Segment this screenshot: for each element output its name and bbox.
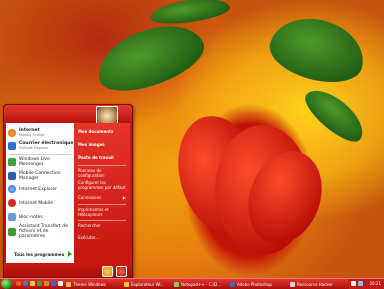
recent-item[interactable]: Mobile Connection Manager xyxy=(8,171,74,181)
wallpaper-leaf xyxy=(88,12,212,103)
shutdown-button[interactable] xyxy=(116,266,127,277)
messenger-icon xyxy=(8,158,16,166)
start-menu-programs-pane: Internet Mozilla Firefox Courrier électro… xyxy=(6,123,74,267)
recent-label: Mobile Connection Manager xyxy=(19,171,61,181)
wallpaper-leaf xyxy=(263,8,372,92)
separator xyxy=(9,154,71,155)
connections-link[interactable]: Connexions ▶ xyxy=(78,195,128,200)
pinned-email[interactable]: Courrier électronique Outlook Express xyxy=(8,141,73,150)
recent-item[interactable]: Bloc-notes xyxy=(8,213,43,221)
control-panel-link[interactable]: Panneau de configuration xyxy=(78,168,128,178)
pinned-sublabel: Outlook Express xyxy=(19,146,49,150)
my-pictures-link[interactable]: Mes images xyxy=(78,142,128,147)
printers-link[interactable]: Imprimantes et télécopieurs xyxy=(78,207,128,217)
pinned-internet[interactable]: Internet Mozilla Firefox xyxy=(8,128,44,137)
firefox-icon[interactable] xyxy=(16,281,21,286)
wallpaper-leaf xyxy=(298,81,372,149)
photoshop-icon xyxy=(230,281,235,287)
taskbar-button[interactable]: Notepad++ - C:\D... xyxy=(174,280,226,288)
my-documents-link[interactable]: Mes documents xyxy=(78,129,128,134)
taskbar-button[interactable]: Theme Windows xyxy=(66,280,118,288)
task-label: Explorateur Wi... xyxy=(131,281,165,287)
taskbar: Theme Windows Explorateur Wi... Notepad+… xyxy=(0,278,384,289)
firefox-icon xyxy=(8,128,16,137)
all-programs-button[interactable]: Tous les programmes xyxy=(14,251,73,257)
recent-label: Windows Live Messenger xyxy=(19,157,50,167)
volume-icon[interactable] xyxy=(351,281,356,286)
media-player-icon[interactable] xyxy=(44,281,49,286)
all-programs-label: Tous les programmes xyxy=(14,251,65,257)
network-icon[interactable] xyxy=(358,281,363,286)
chevron-right-icon[interactable] xyxy=(58,281,63,286)
mail-icon[interactable] xyxy=(51,281,56,286)
recent-item[interactable]: Internet Explorer xyxy=(8,185,57,193)
separator xyxy=(78,220,126,221)
taskbar-button[interactable]: Ressource Hacker xyxy=(290,280,344,288)
start-menu: Internet Mozilla Firefox Courrier électro… xyxy=(3,104,133,278)
logoff-button[interactable] xyxy=(102,266,113,277)
default-programs-link[interactable]: Configurer les programmes par défaut xyxy=(78,180,128,190)
recent-label: Internet Explorer xyxy=(19,186,58,192)
taskbar-button[interactable]: Adobe Photoshop xyxy=(230,280,284,288)
task-label: Adobe Photoshop xyxy=(237,281,272,287)
mobile-icon xyxy=(8,172,16,180)
notepad-plus-icon xyxy=(174,281,179,287)
explorer-icon xyxy=(124,281,129,287)
start-menu-places-pane: Mes documents Mes images Poste de travai… xyxy=(74,123,130,263)
gear-icon xyxy=(290,281,295,287)
task-label: Ressource Hacker xyxy=(297,281,333,287)
notepad-icon xyxy=(8,213,16,221)
recent-item[interactable]: Assistant Transfert de fichiers et de pa… xyxy=(8,224,72,239)
connections-label: Connexions xyxy=(78,195,102,200)
separator xyxy=(78,204,126,205)
transfer-icon xyxy=(8,227,16,236)
clock[interactable]: 20:21 xyxy=(369,281,381,286)
my-computer-link[interactable]: Poste de travail xyxy=(78,155,128,160)
chevron-right-icon: ▶ xyxy=(122,195,126,200)
messenger-icon[interactable] xyxy=(37,281,42,286)
recent-label: Internet Mobile xyxy=(19,200,54,206)
recent-item[interactable]: Internet Mobile xyxy=(8,199,53,207)
wallpaper-leaf xyxy=(148,0,232,28)
folder-icon xyxy=(66,281,71,287)
taskbar-button[interactable]: Explorateur Wi... xyxy=(124,280,170,288)
ie-icon xyxy=(8,185,16,193)
separator xyxy=(78,165,126,166)
mail-icon xyxy=(8,141,16,150)
pinned-sublabel: Mozilla Firefox xyxy=(19,133,45,137)
task-label: Notepad++ - C:\D... xyxy=(181,281,222,287)
run-link[interactable]: Exécuter... xyxy=(78,235,128,240)
ie-icon[interactable] xyxy=(23,281,28,286)
globe-icon xyxy=(8,199,16,207)
recent-item[interactable]: Windows Live Messenger xyxy=(8,157,74,167)
show-desktop-icon[interactable] xyxy=(30,281,35,286)
search-link[interactable]: Rechercher xyxy=(78,223,128,228)
arrow-right-icon xyxy=(68,251,73,257)
task-label: Theme Windows xyxy=(73,281,106,287)
recent-label: Assistant Transfert de fichiers et de pa… xyxy=(19,224,68,239)
recent-label: Bloc-notes xyxy=(19,214,43,220)
